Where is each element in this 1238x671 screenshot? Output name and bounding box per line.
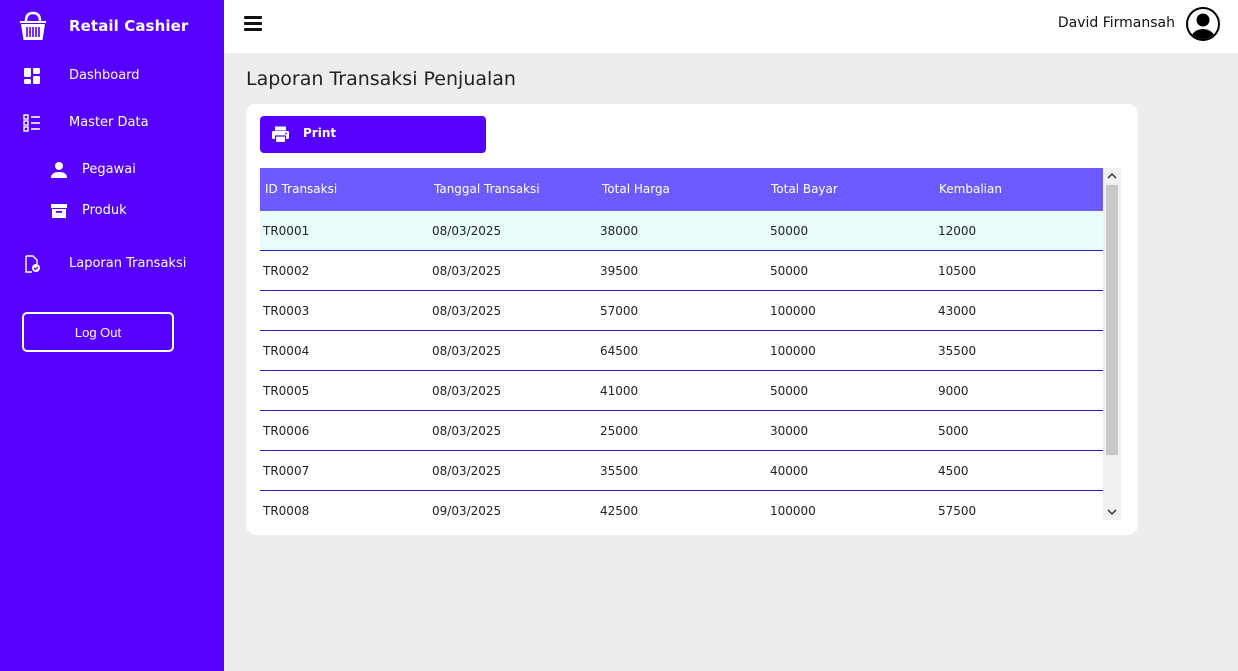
cell-id: TR0007 <box>263 464 310 478</box>
scrollbar-thumb[interactable] <box>1106 185 1118 455</box>
print-button[interactable]: Print <box>260 116 486 153</box>
archive-icon <box>51 204 67 218</box>
sidebar-item-produk[interactable]: Produk <box>0 196 224 226</box>
report-icon <box>25 255 40 273</box>
column-header[interactable]: ID Transaksi <box>265 182 337 196</box>
basket-icon <box>20 11 46 40</box>
topbar: David Firmansah <box>224 0 1238 53</box>
cell-total-bayar: 100000 <box>770 304 816 318</box>
sidebar-item-master-data[interactable]: Master Data <box>0 108 224 138</box>
cell-id: TR0005 <box>263 384 310 398</box>
cell-total-harga: 25000 <box>600 424 639 438</box>
cell-total-harga: 64500 <box>600 344 639 358</box>
sidebar-item-label: Produk <box>82 203 127 218</box>
cell-date: 08/03/2025 <box>432 424 502 438</box>
cell-id: TR0002 <box>263 264 310 278</box>
table-body: TR0001 08/03/2025 38000 50000 12000 TR00… <box>260 211 1103 520</box>
cell-total-bayar: 50000 <box>770 264 809 278</box>
cell-kembalian: 43000 <box>938 304 977 318</box>
sidebar-item-label: Pegawai <box>82 162 136 177</box>
column-header[interactable]: Kembalian <box>939 182 1002 196</box>
cell-date: 08/03/2025 <box>432 264 502 278</box>
column-header[interactable]: Tanggal Transaksi <box>434 182 540 196</box>
column-header[interactable]: Total Harga <box>602 182 670 196</box>
sidebar-item-pegawai[interactable]: Pegawai <box>0 155 224 185</box>
cell-total-harga: 57000 <box>600 304 639 318</box>
table-row[interactable]: TR0005 08/03/2025 41000 50000 9000 <box>260 371 1103 411</box>
cell-total-harga: 39500 <box>600 264 639 278</box>
cell-kembalian: 9000 <box>938 384 969 398</box>
cell-total-bayar: 30000 <box>770 424 809 438</box>
cell-kembalian: 12000 <box>938 224 977 238</box>
cell-id: TR0008 <box>263 504 310 518</box>
cell-id: TR0004 <box>263 344 310 358</box>
dashboard-icon <box>24 68 40 84</box>
sidebar-item-laporan-transaksi[interactable]: Laporan Transaksi <box>0 249 224 279</box>
brand: Retail Cashier <box>0 0 224 54</box>
logout-button[interactable]: Log Out <box>22 312 174 352</box>
table-row[interactable]: TR0006 08/03/2025 25000 30000 5000 <box>260 411 1103 451</box>
page-title: Laporan Transaksi Penjualan <box>246 68 516 90</box>
table-row[interactable]: TR0008 09/03/2025 42500 100000 57500 <box>260 491 1103 520</box>
sidebar-item-dashboard[interactable]: Dashboard <box>0 61 224 91</box>
cell-kembalian: 35500 <box>938 344 977 358</box>
cell-date: 08/03/2025 <box>432 384 502 398</box>
cell-kembalian: 10500 <box>938 264 977 278</box>
cell-kembalian: 5000 <box>938 424 969 438</box>
cell-date: 08/03/2025 <box>432 224 502 238</box>
transaction-table: ID Transaksi Tanggal Transaksi Total Har… <box>260 168 1121 520</box>
sidebar: Retail Cashier Dashboard Master Data Peg… <box>0 0 224 671</box>
cell-total-bayar: 100000 <box>770 344 816 358</box>
cell-date: 08/03/2025 <box>432 304 502 318</box>
printer-icon <box>272 126 289 144</box>
username: David Firmansah <box>1057 15 1175 31</box>
cell-total-bayar: 50000 <box>770 224 809 238</box>
app-title: Retail Cashier <box>69 17 189 35</box>
print-label: Print <box>303 126 337 140</box>
list-icon <box>23 114 40 132</box>
table-row[interactable]: TR0001 08/03/2025 38000 50000 12000 <box>260 211 1103 251</box>
menu-icon[interactable] <box>244 16 262 32</box>
report-card: Print ID Transaksi Tanggal Transaksi Tot… <box>246 104 1138 535</box>
avatar[interactable] <box>1186 7 1220 41</box>
person-icon <box>51 162 67 178</box>
table-row[interactable]: TR0003 08/03/2025 57000 100000 43000 <box>260 291 1103 331</box>
cell-total-harga: 41000 <box>600 384 639 398</box>
cell-total-bayar: 50000 <box>770 384 809 398</box>
table-header: ID Transaksi Tanggal Transaksi Total Har… <box>260 168 1103 211</box>
cell-total-harga: 38000 <box>600 224 639 238</box>
sidebar-item-label: Laporan Transaksi <box>69 256 187 271</box>
sidebar-item-label: Master Data <box>69 115 149 130</box>
scroll-up-icon[interactable] <box>1103 168 1121 184</box>
cell-total-bayar: 100000 <box>770 504 816 518</box>
table-row[interactable]: TR0002 08/03/2025 39500 50000 10500 <box>260 251 1103 291</box>
table-scrollbar[interactable] <box>1103 168 1121 520</box>
scroll-down-icon[interactable] <box>1103 504 1121 520</box>
table-row[interactable]: TR0004 08/03/2025 64500 100000 35500 <box>260 331 1103 371</box>
cell-id: TR0001 <box>263 224 310 238</box>
cell-total-harga: 42500 <box>600 504 639 518</box>
sidebar-item-label: Dashboard <box>69 68 140 83</box>
cell-id: TR0003 <box>263 304 310 318</box>
cell-total-harga: 35500 <box>600 464 639 478</box>
column-header[interactable]: Total Bayar <box>771 182 838 196</box>
table-row[interactable]: TR0007 08/03/2025 35500 40000 4500 <box>260 451 1103 491</box>
cell-kembalian: 57500 <box>938 504 977 518</box>
cell-date: 08/03/2025 <box>432 344 502 358</box>
cell-date: 09/03/2025 <box>432 504 502 518</box>
cell-date: 08/03/2025 <box>432 464 502 478</box>
cell-id: TR0006 <box>263 424 310 438</box>
cell-total-bayar: 40000 <box>770 464 809 478</box>
cell-kembalian: 4500 <box>938 464 969 478</box>
